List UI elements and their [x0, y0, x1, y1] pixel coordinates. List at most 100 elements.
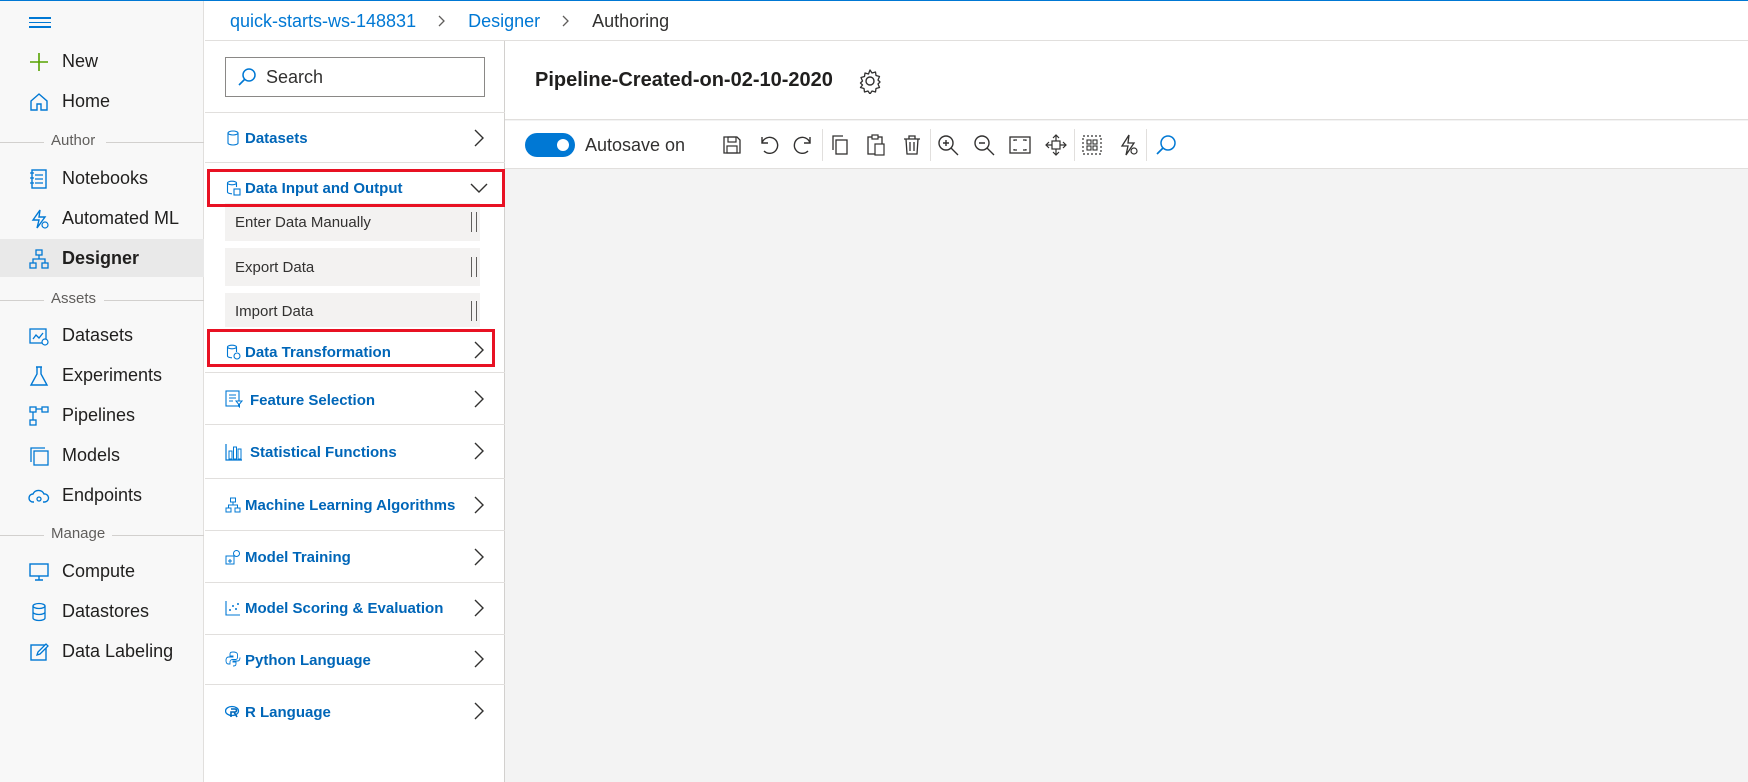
module-label: Export Data — [235, 259, 315, 276]
category-label: Python Language — [245, 652, 371, 669]
section-label: Manage — [51, 525, 106, 542]
module-export-data[interactable]: Export Data — [225, 248, 480, 286]
pipeline-title[interactable]: Pipeline-Created-on-02-10-2020 — [535, 69, 833, 92]
nav-home[interactable]: Home — [0, 82, 204, 120]
toolbar-separator — [1074, 129, 1075, 161]
feature-selection-icon — [225, 390, 243, 408]
category-datasets[interactable]: Datasets — [205, 113, 505, 163]
zoom-out-icon[interactable] — [972, 133, 996, 157]
drag-handle-icon[interactable] — [471, 301, 477, 321]
copy-icon[interactable] — [828, 133, 852, 157]
nav-datasets[interactable]: Datasets — [0, 316, 204, 354]
breadcrumb-workspace[interactable]: quick-starts-ws-148831 — [230, 11, 416, 32]
category-feature-selection[interactable]: Feature Selection — [205, 373, 505, 425]
save-icon[interactable] — [720, 133, 744, 157]
module-enter-data-manually[interactable]: Enter Data Manually — [225, 203, 480, 241]
zoom-in-icon[interactable] — [936, 133, 960, 157]
nav-datastores-label: Datastores — [62, 600, 150, 621]
category-label: Model Training — [245, 549, 351, 566]
nav-section-author: Author — [0, 132, 204, 152]
search-icon — [238, 68, 256, 86]
nav-section-manage: Manage — [0, 525, 204, 545]
chevron-right-icon — [474, 390, 484, 408]
module-search-box[interactable] — [225, 57, 485, 97]
chevron-right-icon — [474, 702, 484, 720]
nav-endpoints[interactable]: Endpoints — [0, 476, 204, 514]
nav-data-labeling-label: Data Labeling — [62, 640, 174, 661]
fit-to-screen-icon[interactable] — [1008, 133, 1032, 157]
category-python-language[interactable]: Python Language — [205, 635, 505, 685]
nav-pipelines[interactable]: Pipelines — [0, 396, 204, 434]
chevron-right-icon — [474, 599, 484, 617]
chevron-right-icon — [474, 442, 484, 460]
autosave-toggle[interactable] — [525, 133, 575, 157]
nav-automated-ml[interactable]: Automated ML — [0, 199, 204, 237]
cylinder-icon — [227, 130, 239, 146]
module-panel: Datasets Data Input and Output Enter Dat… — [205, 41, 505, 782]
delete-icon[interactable] — [900, 133, 924, 157]
search-input[interactable] — [266, 66, 466, 88]
left-navigation: New Home Author Notebooks Automated ML D… — [0, 1, 204, 782]
nav-designer[interactable]: Designer — [0, 239, 204, 277]
pipeline-canvas-area: Pipeline-Created-on-02-10-2020 Autosave … — [505, 41, 1748, 782]
module-import-data[interactable]: Import Data — [225, 293, 480, 327]
nav-designer-label: Designer — [62, 247, 140, 268]
nav-models[interactable]: Models — [0, 436, 204, 474]
category-model-scoring[interactable]: Model Scoring & Evaluation — [205, 583, 505, 635]
category-data-transformation[interactable]: Data Transformation — [205, 327, 505, 373]
nav-new[interactable]: New — [0, 42, 204, 80]
nav-models-label: Models — [62, 444, 121, 465]
nav-data-labeling[interactable]: Data Labeling — [0, 632, 204, 670]
category-label: Machine Learning Algorithms — [245, 497, 456, 514]
pan-move-icon[interactable] — [1044, 133, 1068, 157]
database-icon — [32, 602, 46, 622]
breadcrumb: quick-starts-ws-148831 Designer Authorin… — [230, 10, 669, 32]
nav-automated-ml-label: Automated ML — [62, 207, 180, 228]
toolbar-separator — [822, 129, 823, 161]
nav-home-label: Home — [62, 90, 111, 111]
bar-chart-icon — [225, 444, 242, 461]
pipeline-icon — [29, 406, 49, 426]
nav-compute[interactable]: Compute — [0, 552, 204, 590]
drag-handle-icon[interactable] — [471, 257, 477, 277]
category-label: Model Scoring & Evaluation — [245, 600, 444, 617]
drag-handle-icon[interactable] — [471, 212, 477, 232]
search-icon[interactable] — [1154, 133, 1178, 157]
canvas-toolbar: Autosave on — [505, 121, 1748, 169]
nav-experiments[interactable]: Experiments — [0, 356, 204, 394]
chevron-right-icon — [474, 129, 484, 147]
nav-endpoints-label: Endpoints — [62, 484, 143, 505]
chevron-right-icon — [474, 341, 484, 359]
category-statistical-functions[interactable]: Statistical Functions — [205, 425, 505, 479]
settings-gear-icon[interactable] — [857, 68, 883, 94]
redo-icon[interactable] — [792, 133, 816, 157]
breadcrumb-designer[interactable]: Designer — [468, 11, 540, 32]
nav-compute-label: Compute — [62, 560, 136, 581]
algorithm-tree-icon — [225, 497, 241, 513]
chevron-right-icon — [562, 15, 570, 27]
nav-datasets-label: Datasets — [62, 324, 134, 345]
toolbar-separator — [1146, 129, 1147, 161]
designer-icon — [29, 249, 49, 269]
paste-icon[interactable] — [864, 133, 888, 157]
chevron-right-icon — [438, 15, 445, 27]
autosave-label: Autosave on — [585, 135, 686, 155]
toolbar-separator — [930, 129, 931, 161]
model-training-icon — [225, 550, 240, 565]
notebook-icon — [30, 169, 47, 189]
python-icon — [225, 651, 241, 667]
undo-icon[interactable] — [756, 133, 780, 157]
data-io-icon — [226, 180, 241, 196]
nav-notebooks[interactable]: Notebooks — [0, 159, 204, 197]
models-icon — [30, 447, 49, 466]
category-model-training[interactable]: Model Training — [205, 531, 505, 583]
multi-select-icon[interactable] — [1080, 133, 1104, 157]
category-label: R Language — [245, 704, 331, 721]
cloud-endpoint-icon — [28, 489, 50, 503]
nav-datastores[interactable]: Datastores — [0, 592, 204, 630]
category-ml-algorithms[interactable]: Machine Learning Algorithms — [205, 479, 505, 531]
auto-layout-icon[interactable] — [1116, 133, 1140, 157]
nav-notebooks-label: Notebooks — [62, 167, 149, 188]
hamburger-menu-icon[interactable] — [29, 14, 51, 30]
category-r-language[interactable]: R Language — [205, 685, 505, 737]
